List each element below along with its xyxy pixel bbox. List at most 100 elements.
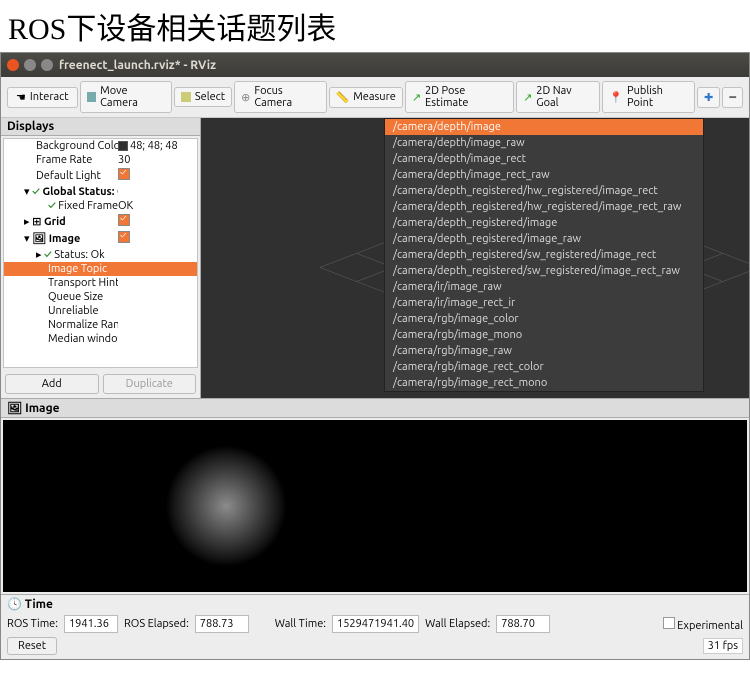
arrow-icon: ↗ bbox=[412, 91, 421, 104]
move-camera-icon bbox=[87, 92, 97, 102]
status-ok-label[interactable]: ▸ ✓ Status: Ok bbox=[8, 248, 118, 261]
topic-option[interactable]: /camera/depth_registered/sw_registered/i… bbox=[385, 263, 703, 279]
image-label[interactable]: ▾ 🖼 Image bbox=[8, 232, 118, 245]
depth-image-view bbox=[3, 420, 747, 592]
wall-elapsed-value[interactable]: 788.70 bbox=[496, 615, 550, 633]
bg-color-value[interactable]: 48; 48; 48 bbox=[118, 140, 193, 152]
topic-option[interactable]: /camera/depth_registered/hw_registered/i… bbox=[385, 183, 703, 199]
image-topic-label[interactable]: Image Topic bbox=[8, 263, 118, 275]
ros-time-value[interactable]: 1941.36 bbox=[64, 615, 118, 633]
ruler-icon: 📏 bbox=[336, 91, 350, 104]
add-button[interactable]: Add bbox=[5, 374, 99, 394]
focus-camera-button[interactable]: ⊕ Focus Camera bbox=[234, 81, 326, 113]
default-light-value[interactable] bbox=[118, 168, 193, 183]
duplicate-button[interactable]: Duplicate bbox=[103, 374, 197, 394]
frame-rate-value[interactable]: 30 bbox=[118, 154, 193, 166]
topic-option[interactable]: /camera/depth/image_raw bbox=[385, 135, 703, 151]
topic-option[interactable]: /camera/ir/image_raw bbox=[385, 279, 703, 295]
normalize-range-label[interactable]: Normalize Range bbox=[8, 319, 118, 331]
select-button[interactable]: Select bbox=[174, 87, 232, 107]
pointer-icon: ☚ bbox=[16, 91, 26, 104]
toolbar: ☚ Interact Move Camera Select ⊕ Focus Came… bbox=[1, 77, 749, 118]
fixed-frame-label: ✓ Fixed Frame bbox=[8, 200, 118, 212]
close-icon[interactable] bbox=[7, 59, 19, 71]
topic-option[interactable]: /camera/depth_registered/image_raw bbox=[385, 231, 703, 247]
viewport-3d[interactable]: /camera/depth/image/camera/depth/image_r… bbox=[201, 118, 749, 398]
fixed-frame-value: OK bbox=[118, 200, 193, 212]
image-panel: 🖼 Image bbox=[1, 398, 749, 592]
wall-elapsed-label: Wall Elapsed: bbox=[425, 618, 490, 630]
checkbox-on-icon[interactable] bbox=[118, 231, 130, 243]
ros-time-label: ROS Time: bbox=[7, 618, 58, 630]
global-status-label[interactable]: ▾ ✓ Global Status: Ok bbox=[8, 185, 118, 198]
plus-button[interactable]: ✚ bbox=[697, 87, 720, 108]
move-camera-label: Move Camera bbox=[100, 85, 165, 109]
crosshair-icon: ⊕ bbox=[241, 91, 250, 104]
experimental-checkbox[interactable] bbox=[663, 617, 675, 629]
displays-buttons: Add Duplicate bbox=[1, 370, 200, 398]
topic-option[interactable]: /camera/depth/image_rect_raw bbox=[385, 167, 703, 183]
frame-rate-label: Frame Rate bbox=[8, 154, 118, 166]
transport-hint-label[interactable]: Transport Hint bbox=[8, 277, 118, 289]
publish-point-button[interactable]: 📍 Publish Point bbox=[602, 81, 695, 113]
interact-button[interactable]: ☚ Interact bbox=[7, 87, 78, 108]
pose-estimate-label: 2D Pose Estimate bbox=[425, 85, 507, 109]
topic-option[interactable]: /camera/depth_registered/sw_registered/i… bbox=[385, 247, 703, 263]
topic-option[interactable]: /camera/depth/image bbox=[385, 119, 703, 135]
page-annotation: ROS下设备相关话题列表 bbox=[0, 0, 750, 52]
grid-label[interactable]: ▸ ⊞ Grid bbox=[8, 215, 118, 228]
topic-option[interactable]: /camera/rgb/image_mono bbox=[385, 327, 703, 343]
nav-goal-button[interactable]: ↗ 2D Nav Goal bbox=[516, 81, 600, 113]
ros-elapsed-value[interactable]: 788.73 bbox=[195, 615, 249, 633]
wall-time-label: Wall Time: bbox=[275, 618, 326, 630]
topic-option[interactable]: /camera/rgb/image_rect_color bbox=[385, 359, 703, 375]
move-camera-button[interactable]: Move Camera bbox=[80, 81, 172, 113]
bg-color-label: Background Color bbox=[8, 140, 118, 152]
measure-label: Measure bbox=[353, 91, 396, 103]
maximize-icon[interactable] bbox=[41, 59, 53, 71]
interact-label: Interact bbox=[30, 91, 69, 103]
minimize-icon[interactable] bbox=[24, 59, 36, 71]
select-icon bbox=[181, 92, 191, 102]
experimental-label: Experimental bbox=[677, 620, 743, 632]
reset-button[interactable]: Reset bbox=[7, 637, 57, 655]
pose-estimate-button[interactable]: ↗ 2D Pose Estimate bbox=[405, 81, 514, 113]
time-title: 🕓 Time bbox=[7, 597, 743, 613]
window-controls bbox=[7, 59, 53, 71]
topic-option[interactable]: /camera/rgb/image_rect_mono bbox=[385, 375, 703, 391]
topic-dropdown[interactable]: /camera/depth/image/camera/depth/image_r… bbox=[384, 118, 704, 392]
pin-icon: 📍 bbox=[609, 91, 623, 104]
displays-tree[interactable]: Background Color48; 48; 48 Frame Rate30 … bbox=[3, 138, 198, 368]
window-title: freenect_launch.rviz* - RViz bbox=[59, 59, 216, 72]
measure-button[interactable]: 📏Measure bbox=[329, 87, 403, 108]
default-light-label: Default Light bbox=[8, 170, 118, 182]
median-window-label[interactable]: Median window bbox=[8, 333, 118, 345]
titlebar[interactable]: freenect_launch.rviz* - RViz bbox=[1, 53, 749, 77]
main-area: Displays Background Color48; 48; 48 Fram… bbox=[1, 118, 749, 398]
rviz-window: freenect_launch.rviz* - RViz ☚ Interact M… bbox=[0, 52, 750, 660]
topic-option[interactable]: /camera/rgb/image_color bbox=[385, 311, 703, 327]
focus-camera-label: Focus Camera bbox=[254, 85, 319, 109]
topic-option[interactable]: /camera/ir/image_rect_ir bbox=[385, 295, 703, 311]
topic-option[interactable]: /camera/rgb/image_raw bbox=[385, 343, 703, 359]
checkbox-on-icon[interactable] bbox=[118, 168, 130, 180]
topic-option[interactable]: /camera/depth_registered/image bbox=[385, 215, 703, 231]
nav-goal-label: 2D Nav Goal bbox=[536, 85, 593, 109]
depth-image bbox=[3, 420, 747, 592]
displays-panel: Displays Background Color48; 48; 48 Fram… bbox=[1, 118, 201, 398]
arrow-icon: ↗ bbox=[523, 91, 532, 104]
checkbox-on-icon[interactable] bbox=[118, 214, 130, 226]
time-panel: 🕓 Time ROS Time: 1941.36 ROS Elapsed: 78… bbox=[1, 594, 749, 659]
wall-time-value[interactable]: 1529471941.40 bbox=[332, 615, 419, 633]
topic-option[interactable]: /camera/depth_registered/hw_registered/i… bbox=[385, 199, 703, 215]
fps-display: 31 fps bbox=[703, 638, 743, 654]
publish-point-label: Publish Point bbox=[627, 85, 688, 109]
unreliable-label[interactable]: Unreliable bbox=[8, 305, 118, 317]
ros-elapsed-label: ROS Elapsed: bbox=[124, 618, 189, 630]
image-panel-title: 🖼 Image bbox=[1, 399, 749, 418]
select-label: Select bbox=[195, 91, 225, 103]
color-swatch bbox=[118, 141, 128, 151]
queue-size-label[interactable]: Queue Size bbox=[8, 291, 118, 303]
topic-option[interactable]: /camera/depth/image_rect bbox=[385, 151, 703, 167]
minus-button[interactable]: ━ bbox=[722, 87, 743, 108]
